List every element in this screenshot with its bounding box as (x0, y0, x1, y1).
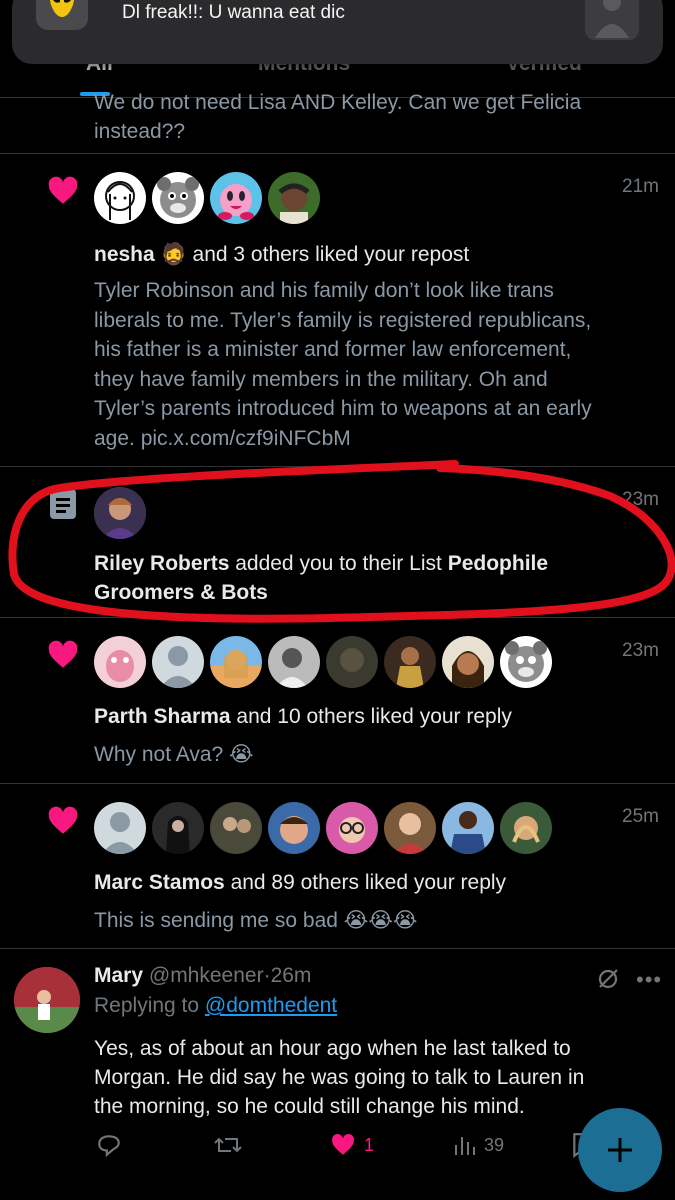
action-text: and 3 others liked your repost (192, 243, 470, 266)
author-handle[interactable]: @mhkeener (149, 964, 264, 987)
actor-name[interactable]: nesha (94, 243, 155, 266)
body-line: Tyler’s parents introduced him to weapon… (94, 397, 592, 420)
avatar[interactable] (210, 802, 262, 854)
reply-icon (98, 1135, 120, 1158)
timestamp: 23m (622, 489, 659, 510)
sender-avatar-icon (585, 0, 639, 40)
avatar[interactable] (384, 636, 436, 688)
avatar[interactable] (326, 636, 378, 688)
avatar[interactable] (500, 802, 552, 854)
body-line: Tyler Robinson and his family don’t look… (94, 279, 554, 302)
reply-mention-link[interactable]: @domthedent (205, 994, 337, 1017)
avatar[interactable] (14, 967, 80, 1033)
action-text: added you to their List (235, 552, 442, 575)
list-name[interactable]: Groomers & Bots (94, 578, 659, 607)
body-text: Why not Ava? 😭 (94, 743, 254, 766)
compose-button[interactable] (578, 1108, 662, 1192)
avatar[interactable] (210, 172, 262, 224)
grok-icon[interactable] (596, 967, 620, 991)
timestamp: 21m (622, 176, 659, 197)
repost-icon (214, 1137, 242, 1153)
views-button[interactable]: 39 (452, 1132, 504, 1158)
tweet-text-line: Yes, as of about an hour ago when he las… (94, 1037, 571, 1060)
actor-name[interactable]: Riley Roberts (94, 552, 229, 575)
avatar[interactable] (326, 802, 378, 854)
list-name[interactable]: Pedophile (448, 552, 548, 575)
timestamp: 26m (270, 964, 312, 987)
reply-button[interactable] (96, 1132, 122, 1158)
avatar[interactable] (268, 802, 320, 854)
notification-like-reply[interactable]: 25m Marc Stamos and 89 others liked your… (0, 784, 675, 948)
actor-emoji: 🧔 (160, 243, 187, 266)
body-line: his father is a minister and former law … (94, 338, 572, 361)
avatar-default-icon[interactable] (152, 636, 204, 688)
timestamp: 23m (622, 640, 659, 661)
avatar[interactable] (152, 802, 204, 854)
reply-tweet[interactable]: Mary @mhkeener·26m ••• Replying to @domt… (0, 949, 675, 1200)
prev-snippet-line1: We do not need Lisa AND Kelley. Can we g… (94, 91, 582, 114)
avatar[interactable] (94, 636, 146, 688)
body-line: they have family members in the military… (94, 368, 548, 391)
tweet-text-line: the morning, so he could still change hi… (94, 1095, 525, 1118)
notification-like-repost[interactable]: 21m nesha 🧔 and 3 others liked your repo… (0, 154, 675, 466)
body-line: liberals to me. Tyler’s family is regist… (94, 309, 592, 332)
avatar[interactable] (268, 636, 320, 688)
timestamp: 25m (622, 806, 659, 827)
avatar[interactable] (500, 636, 552, 688)
avatar[interactable] (384, 802, 436, 854)
list-icon (50, 489, 76, 519)
app-icon (36, 0, 88, 30)
body-text: This is sending me so bad 😭😭😭 (94, 909, 418, 932)
avatar[interactable] (268, 172, 320, 224)
heart-icon (48, 176, 78, 204)
avatar[interactable] (94, 487, 146, 539)
replying-label: Replying to (94, 994, 200, 1017)
notification-list-add[interactable]: 23m Riley Roberts added you to their Lis… (0, 467, 675, 617)
avatar[interactable] (442, 802, 494, 854)
action-text: and 10 others liked your reply (236, 705, 512, 728)
like-button[interactable]: 1 (330, 1132, 374, 1158)
body-line: age. pic.x.com/czf9iNFCbM (94, 427, 351, 450)
tweet-text-line: Morgan. He did say he was going to talk … (94, 1066, 585, 1089)
like-count: 1 (364, 1134, 375, 1155)
avatar[interactable] (152, 172, 204, 224)
analytics-icon (455, 1137, 475, 1155)
notification-banner[interactable]: Dl freak!!: U wanna eat dic (12, 0, 663, 64)
heart-icon (332, 1134, 354, 1155)
avatar[interactable] (210, 636, 262, 688)
view-count: 39 (484, 1134, 505, 1155)
author-name[interactable]: Mary (94, 964, 143, 987)
actor-name[interactable]: Marc Stamos (94, 871, 225, 894)
repost-button[interactable] (214, 1132, 242, 1158)
avatar[interactable] (94, 172, 146, 224)
plus-icon (608, 1138, 632, 1162)
action-text: and 89 others liked your reply (230, 871, 507, 894)
prev-snippet-line2: instead?? (94, 120, 186, 143)
heart-icon (48, 806, 78, 834)
notification-text: Dl freak!!: U wanna eat dic (122, 2, 345, 23)
avatar[interactable] (442, 636, 494, 688)
more-options-icon[interactable]: ••• (636, 967, 662, 993)
avatar-default-icon[interactable] (94, 802, 146, 854)
actor-name[interactable]: Parth Sharma (94, 705, 231, 728)
notification-like-reply[interactable]: 23m Parth Sharma and 10 others liked you… (0, 618, 675, 783)
heart-icon (48, 640, 78, 668)
